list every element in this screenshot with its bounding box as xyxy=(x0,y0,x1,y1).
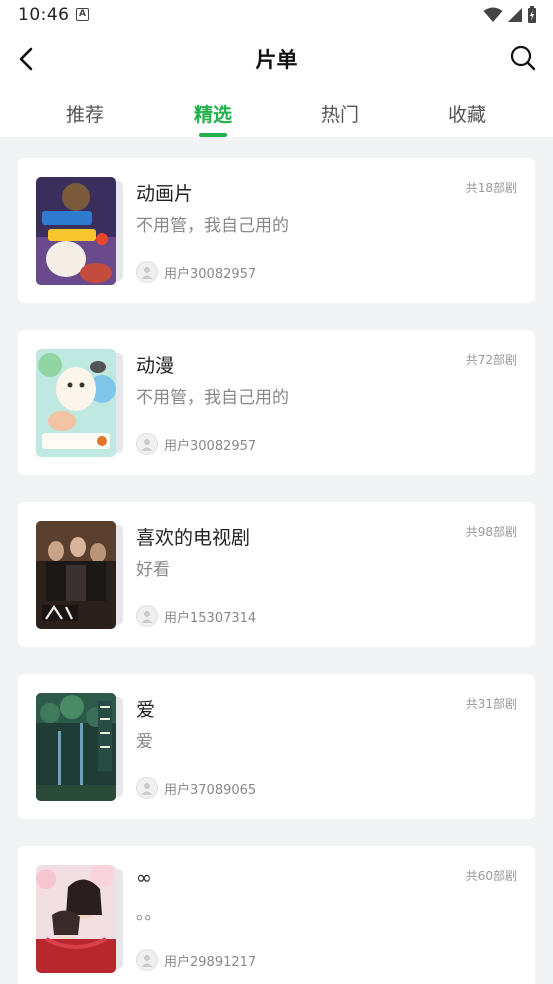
tab-favorites[interactable]: 收藏 xyxy=(417,100,517,127)
playlist-description: 不用管，我自己用的 xyxy=(136,216,289,236)
playlist-card[interactable]: 爱 爱 共31部剧 用户37089065 xyxy=(18,674,535,819)
owner-name: 用户37089065 xyxy=(164,782,257,798)
playlist-cover-image xyxy=(36,693,116,801)
playlist-count: 共72部剧 xyxy=(465,353,517,367)
playlist-description: 。。 xyxy=(136,904,162,924)
playlist-count: 共98部剧 xyxy=(465,525,517,539)
owner-name: 用户29891217 xyxy=(164,954,257,970)
active-tab-indicator xyxy=(199,133,227,137)
tab-label: 收藏 xyxy=(447,104,486,126)
avatar xyxy=(136,261,158,283)
avatar xyxy=(136,777,158,799)
signal-icon xyxy=(508,8,522,22)
avatar xyxy=(136,949,158,971)
tab-label: 精选 xyxy=(193,104,232,126)
tab-label: 热门 xyxy=(320,104,359,126)
battery-icon xyxy=(528,6,536,23)
user-icon xyxy=(141,267,153,279)
playlist-title: 喜欢的电视剧 xyxy=(136,527,251,549)
status-icons xyxy=(483,6,537,24)
playlist-cover-image xyxy=(36,865,116,973)
cover-stack xyxy=(36,521,124,629)
playlist-description: 不用管，我自己用的 xyxy=(136,388,289,408)
tab-hot[interactable]: 热门 xyxy=(290,100,390,127)
owner-name: 用户30082957 xyxy=(164,266,257,282)
playlist-title: 爱 xyxy=(136,699,156,721)
user-icon xyxy=(141,783,153,795)
status-bar: 10:46 A xyxy=(0,0,553,30)
user-icon xyxy=(141,439,153,451)
user-icon xyxy=(141,955,153,967)
page-title: 片单 xyxy=(255,48,298,72)
playlist-card[interactable]: ∞ 。。 共60部剧 用户29891217 xyxy=(18,846,535,984)
avatar xyxy=(136,605,158,627)
tab-label: 推荐 xyxy=(65,104,104,126)
notification-a-icon: A xyxy=(76,8,89,21)
playlist-owner: 用户15307314 xyxy=(136,605,256,627)
playlist-cover-image xyxy=(36,349,116,457)
playlist-owner: 用户30082957 xyxy=(136,433,256,455)
avatar xyxy=(136,433,158,455)
playlist-owner: 用户29891217 xyxy=(136,949,256,971)
playlist-cover-image xyxy=(36,521,116,629)
tab-recommend[interactable]: 推荐 xyxy=(35,100,135,127)
cover-stack xyxy=(36,865,124,973)
tab-bar: 推荐 精选 热门 收藏 xyxy=(0,96,553,137)
status-time: 10:46 xyxy=(18,5,70,25)
owner-name: 用户30082957 xyxy=(164,438,257,454)
search-button[interactable] xyxy=(509,44,537,72)
playlist-card[interactable]: 喜欢的电视剧 好看 共98部剧 用户15307314 xyxy=(18,502,535,647)
header: 片单 推荐 精选 热门 收藏 xyxy=(0,30,553,137)
wifi-icon xyxy=(483,7,503,22)
playlist-card[interactable]: 动画片 不用管，我自己用的 共18部剧 用户30082957 xyxy=(18,158,535,303)
playlist-card[interactable]: 动漫 不用管，我自己用的 共72部剧 用户30082957 xyxy=(18,330,535,475)
search-icon xyxy=(510,45,536,71)
playlist-owner: 用户37089065 xyxy=(136,777,256,799)
cover-stack xyxy=(36,349,124,457)
playlist-description: 爱 xyxy=(136,732,153,752)
playlist-owner: 用户30082957 xyxy=(136,261,256,283)
cover-stack xyxy=(36,177,124,285)
playlist-title: 动画片 xyxy=(136,183,194,205)
playlist-count: 共60部剧 xyxy=(465,869,517,883)
playlist-count: 共18部剧 xyxy=(465,181,517,195)
owner-name: 用户15307314 xyxy=(164,610,257,626)
user-icon xyxy=(141,611,153,623)
playlist-count: 共31部剧 xyxy=(465,697,517,711)
tab-featured[interactable]: 精选 xyxy=(163,100,263,137)
playlist-title: 动漫 xyxy=(136,355,175,377)
cover-stack xyxy=(36,693,124,801)
playlist-title: ∞ xyxy=(136,867,152,889)
playlist-cover-image xyxy=(36,177,116,285)
playlist-description: 好看 xyxy=(136,560,170,580)
